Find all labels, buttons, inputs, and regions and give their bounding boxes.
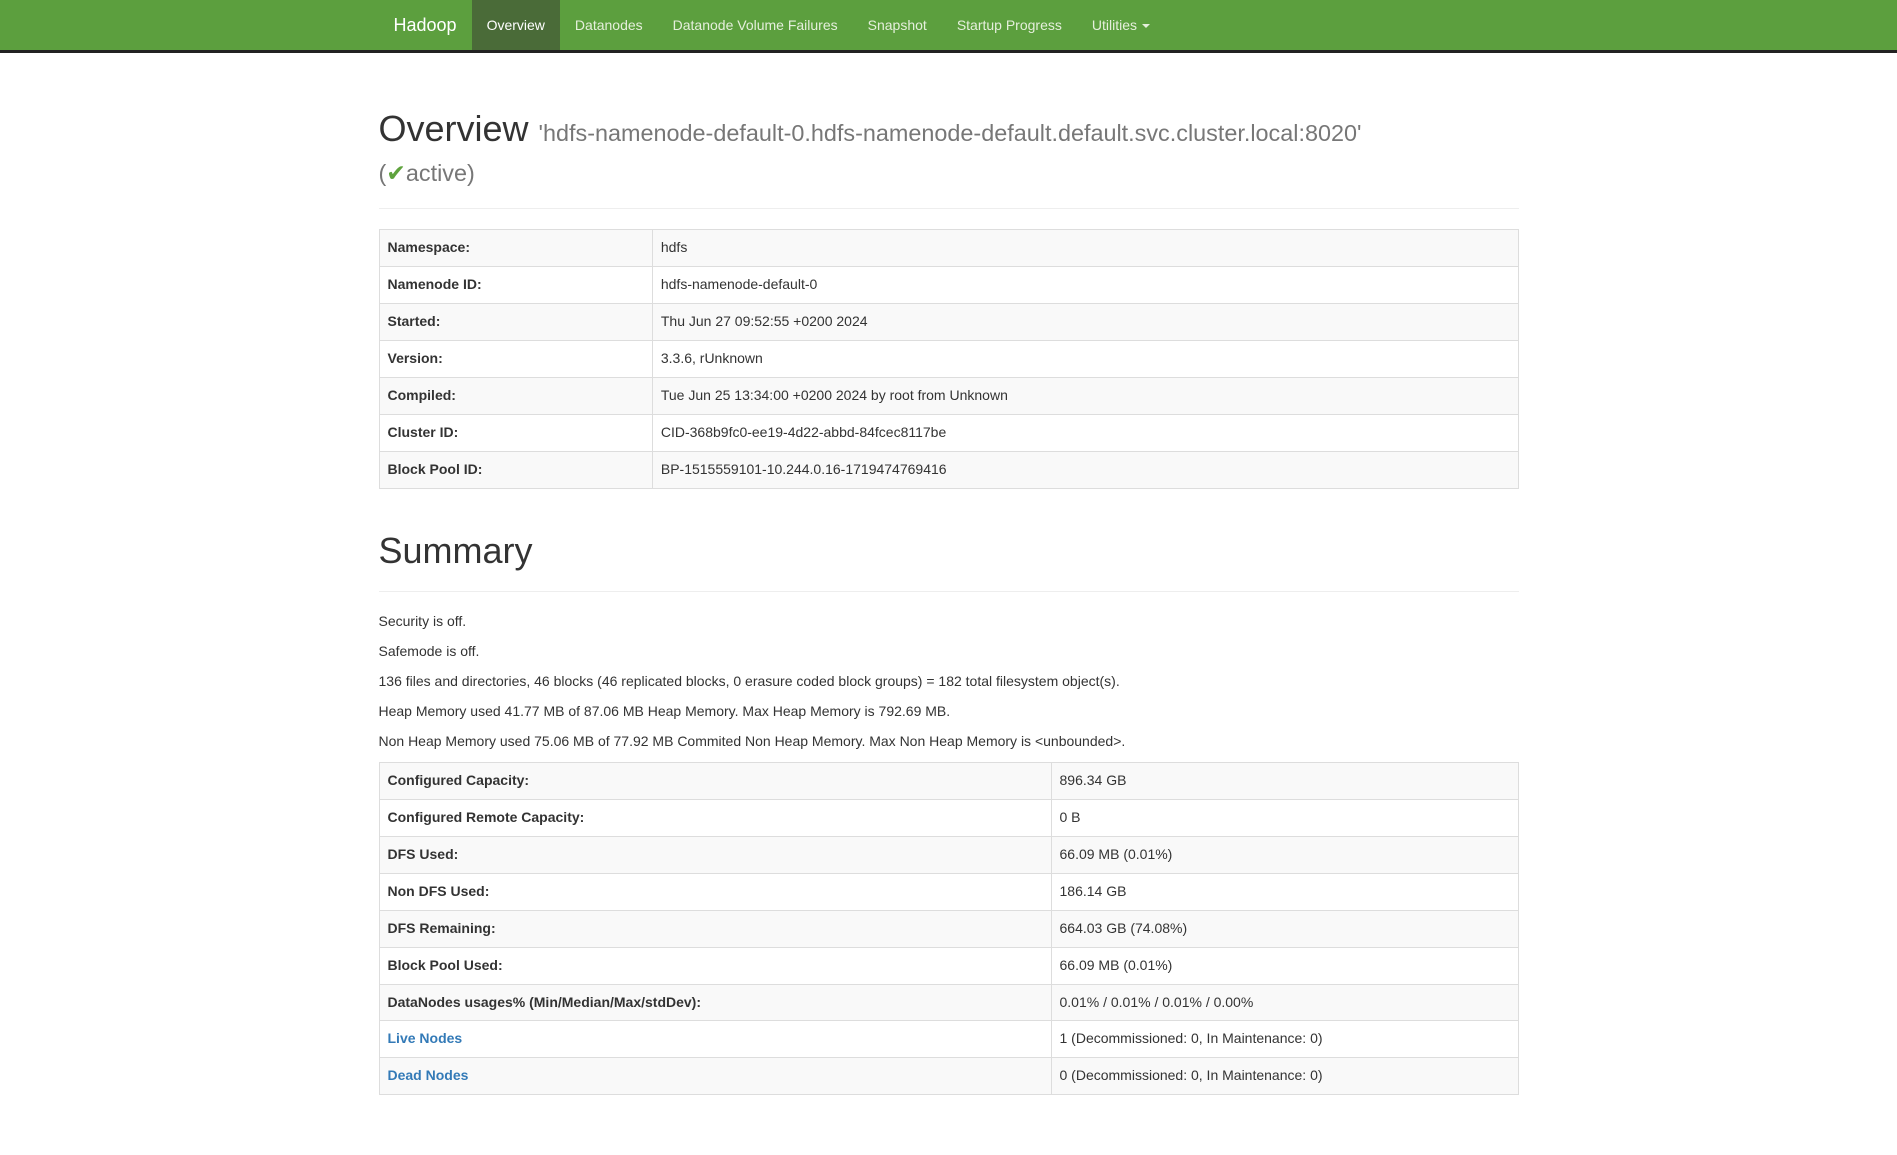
info-value-started: Thu Jun 27 09:52:55 +0200 2024 <box>652 304 1518 341</box>
summary-label-non-dfs-used: Non DFS Used: <box>379 873 1051 910</box>
summary-row-dfs-used: DFS Used:66.09 MB (0.01%) <box>379 836 1518 873</box>
summary-value-dead-nodes: 0 (Decommissioned: 0, In Maintenance: 0) <box>1051 1058 1518 1095</box>
summary-heading: Summary <box>379 531 1519 571</box>
info-row-cluster-id: Cluster ID:CID-368b9fc0-ee19-4d22-abbd-8… <box>379 415 1518 452</box>
nav-link-utilities[interactable]: Utilities <box>1077 0 1165 50</box>
summary-value-dfs-used: 66.09 MB (0.01%) <box>1051 836 1518 873</box>
summary-value-block-pool-used: 66.09 MB (0.01%) <box>1051 947 1518 984</box>
nav-link-startup-progress[interactable]: Startup Progress <box>942 0 1077 50</box>
page-title-text: Overview <box>379 108 529 149</box>
summary-label-live-nodes: Live Nodes <box>379 1021 1051 1058</box>
summary-row-block-pool-used: Block Pool Used:66.09 MB (0.01%) <box>379 947 1518 984</box>
summary-table-body: Configured Capacity:896.34 GBConfigured … <box>379 762 1518 1095</box>
nav-item-snapshot: Snapshot <box>853 0 942 50</box>
info-label-compiled: Compiled: <box>379 378 652 415</box>
info-row-version: Version:3.3.6, rUnknown <box>379 341 1518 378</box>
info-row-started: Started:Thu Jun 27 09:52:55 +0200 2024 <box>379 304 1518 341</box>
info-row-namenode-id: Namenode ID:hdfs-namenode-default-0 <box>379 267 1518 304</box>
namenode-info-table: Namespace:hdfsNamenode ID:hdfs-namenode-… <box>379 229 1519 489</box>
nav-item-utilities: Utilities <box>1077 0 1165 50</box>
navbar: Hadoop OverviewDatanodesDatanode Volume … <box>0 0 1897 53</box>
summary-paragraph-5: Non Heap Memory used 75.06 MB of 77.92 M… <box>379 732 1519 752</box>
summary-row-non-dfs-used: Non DFS Used:186.14 GB <box>379 873 1518 910</box>
info-label-block-pool-id: Block Pool ID: <box>379 452 652 489</box>
info-value-namespace: hdfs <box>652 230 1518 267</box>
navbar-brand[interactable]: Hadoop <box>379 0 472 50</box>
summary-value-live-nodes: 1 (Decommissioned: 0, In Maintenance: 0) <box>1051 1021 1518 1058</box>
summary-label-dead-nodes: Dead Nodes <box>379 1058 1051 1095</box>
summary-row-datanodes-usages-min-median-max-stddev: DataNodes usages% (Min/Median/Max/stdDev… <box>379 984 1518 1021</box>
summary-row-configured-remote-capacity: Configured Remote Capacity:0 B <box>379 799 1518 836</box>
summary-paragraphs: Security is off. Safemode is off. 136 file… <box>379 612 1519 752</box>
info-label-started: Started: <box>379 304 652 341</box>
summary-divider <box>379 591 1519 592</box>
info-value-namenode-id: hdfs-namenode-default-0 <box>652 267 1518 304</box>
summary-value-configured-remote-capacity: 0 B <box>1051 799 1518 836</box>
summary-paragraph-2: Safemode is off. <box>379 642 1519 662</box>
summary-table: Configured Capacity:896.34 GBConfigured … <box>379 762 1519 1096</box>
info-row-compiled: Compiled:Tue Jun 25 13:34:00 +0200 2024 … <box>379 378 1518 415</box>
nav-link-datanodes[interactable]: Datanodes <box>560 0 658 50</box>
page-title: Overview 'hdfs-namenode-default-0.hdfs-n… <box>379 109 1519 188</box>
info-value-version: 3.3.6, rUnknown <box>652 341 1518 378</box>
summary-value-datanodes-usages-min-median-max-stddev: 0.01% / 0.01% / 0.01% / 0.00% <box>1051 984 1518 1021</box>
summary-paragraph-3: 136 files and directories, 46 blocks (46… <box>379 672 1519 692</box>
info-row-block-pool-id: Block Pool ID:BP-1515559101-10.244.0.16-… <box>379 452 1518 489</box>
nav-link-snapshot[interactable]: Snapshot <box>853 0 942 50</box>
summary-paragraph-4: Heap Memory used 41.77 MB of 87.06 MB He… <box>379 702 1519 722</box>
live-nodes-link[interactable]: Live Nodes <box>388 1030 463 1046</box>
navbar-menu: OverviewDatanodesDatanode Volume Failure… <box>472 0 1165 50</box>
summary-label-dfs-remaining: DFS Remaining: <box>379 910 1051 947</box>
nav-link-overview[interactable]: Overview <box>472 0 560 50</box>
summary-value-non-dfs-used: 186.14 GB <box>1051 873 1518 910</box>
summary-value-dfs-remaining: 664.03 GB (74.08%) <box>1051 910 1518 947</box>
info-value-block-pool-id: BP-1515559101-10.244.0.16-1719474769416 <box>652 452 1518 489</box>
summary-row-dfs-remaining: DFS Remaining:664.03 GB (74.08%) <box>379 910 1518 947</box>
active-check-icon: ✔ <box>386 160 406 186</box>
info-value-compiled: Tue Jun 25 13:34:00 +0200 2024 by root f… <box>652 378 1518 415</box>
summary-paragraph-1: Security is off. <box>379 612 1519 632</box>
info-row-namespace: Namespace:hdfs <box>379 230 1518 267</box>
info-label-namespace: Namespace: <box>379 230 652 267</box>
title-divider <box>379 208 1519 209</box>
nav-item-datanode-volume-failures: Datanode Volume Failures <box>658 0 853 50</box>
dead-nodes-link[interactable]: Dead Nodes <box>388 1067 469 1083</box>
status-label: active <box>406 160 467 186</box>
info-label-namenode-id: Namenode ID: <box>379 267 652 304</box>
nav-item-datanodes: Datanodes <box>560 0 658 50</box>
nav-link-datanode-volume-failures[interactable]: Datanode Volume Failures <box>658 0 853 50</box>
summary-label-configured-capacity: Configured Capacity: <box>379 762 1051 799</box>
summary-row-configured-capacity: Configured Capacity:896.34 GB <box>379 762 1518 799</box>
summary-label-datanodes-usages-min-median-max-stddev: DataNodes usages% (Min/Median/Max/stdDev… <box>379 984 1051 1021</box>
namenode-address: 'hdfs-namenode-default-0.hdfs-namenode-d… <box>539 120 1362 146</box>
nav-item-startup-progress: Startup Progress <box>942 0 1077 50</box>
namenode-status: (✔active) <box>379 160 475 186</box>
info-label-cluster-id: Cluster ID: <box>379 415 652 452</box>
info-value-cluster-id: CID-368b9fc0-ee19-4d22-abbd-84fcec8117be <box>652 415 1518 452</box>
summary-row-dead-nodes: Dead Nodes 0 (Decommissioned: 0, In Maint… <box>379 1058 1518 1095</box>
summary-label-configured-remote-capacity: Configured Remote Capacity: <box>379 799 1051 836</box>
summary-label-dfs-used: DFS Used: <box>379 836 1051 873</box>
summary-label-block-pool-used: Block Pool Used: <box>379 947 1051 984</box>
namenode-info-table-body: Namespace:hdfsNamenode ID:hdfs-namenode-… <box>379 230 1518 489</box>
main-content: Overview 'hdfs-namenode-default-0.hdfs-n… <box>364 53 1534 1155</box>
summary-value-configured-capacity: 896.34 GB <box>1051 762 1518 799</box>
caret-down-icon <box>1142 24 1150 28</box>
info-label-version: Version: <box>379 341 652 378</box>
summary-row-live-nodes: Live Nodes 1 (Decommissioned: 0, In Maint… <box>379 1021 1518 1058</box>
nav-item-overview: Overview <box>472 0 560 50</box>
